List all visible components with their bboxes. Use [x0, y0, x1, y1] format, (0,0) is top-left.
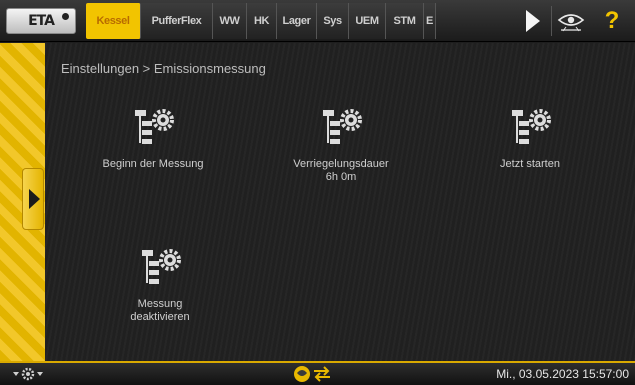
eta-logo-icon[interactable]: ETA: [6, 8, 76, 34]
menu-item-verriegelungsdauer[interactable]: Verriegelungsdauer 6h 0m: [256, 106, 426, 184]
tree-gear-icon: [323, 109, 362, 144]
next-arrow-icon[interactable]: [526, 10, 540, 32]
tab-kessel[interactable]: Kessel: [86, 3, 141, 39]
tab-bar: Kessel PufferFlex WW HK Lager Sys UEM ST…: [86, 3, 436, 39]
status-datetime: Mi., 03.05.2023 15:57:00: [496, 367, 629, 381]
logo-text: ETA: [28, 13, 55, 29]
tree-gear-icon: [142, 249, 181, 284]
item-label: Messung: [137, 298, 183, 310]
tab-uem[interactable]: UEM: [349, 3, 386, 39]
tree-gear-icon: [135, 109, 174, 144]
help-icon[interactable]: ?: [592, 3, 632, 39]
gear-menu-svg: [13, 367, 43, 381]
tab-hk[interactable]: HK: [247, 3, 277, 39]
menu-item-beginn-der-messung[interactable]: Beginn der Messung: [68, 106, 238, 171]
connection-status-icon[interactable]: [292, 364, 336, 384]
tab-ww[interactable]: WW: [213, 3, 247, 39]
item-label: Beginn der Messung: [102, 158, 204, 170]
tab-e[interactable]: E: [424, 3, 436, 39]
gear-menu-icon[interactable]: [8, 365, 48, 383]
logo-dot: [62, 13, 69, 20]
tab-stm[interactable]: STM: [386, 3, 424, 39]
eye-view-icon[interactable]: [551, 6, 589, 36]
status-bar: Mi., 03.05.2023 15:57:00: [0, 361, 635, 385]
expand-panel-icon[interactable]: [22, 168, 44, 230]
menu-item-messung-deaktivieren[interactable]: Messung deaktivieren: [75, 246, 245, 324]
eye-svg: [557, 14, 584, 32]
item-value: 6h 0m: [325, 171, 357, 183]
tab-pufferflex[interactable]: PufferFlex: [141, 3, 213, 39]
menu-item-jetzt-starten[interactable]: Jetzt starten: [445, 106, 615, 171]
tree-gear-icon: [512, 109, 551, 144]
expand-arrow: [29, 189, 40, 209]
item-label: Jetzt starten: [500, 158, 560, 170]
main-content: Einstellungen > Emissionsmessung Beginn …: [45, 43, 635, 361]
top-bar: ETA Kessel PufferFlex WW HK Lager Sys UE…: [0, 0, 635, 42]
item-label: Verriegelungsdauer: [293, 158, 389, 170]
breadcrumb: Einstellungen > Emissionsmessung: [61, 61, 266, 76]
tab-lager[interactable]: Lager: [277, 3, 317, 39]
tab-sys[interactable]: Sys: [317, 3, 349, 39]
item-value: deaktivieren: [130, 311, 190, 323]
